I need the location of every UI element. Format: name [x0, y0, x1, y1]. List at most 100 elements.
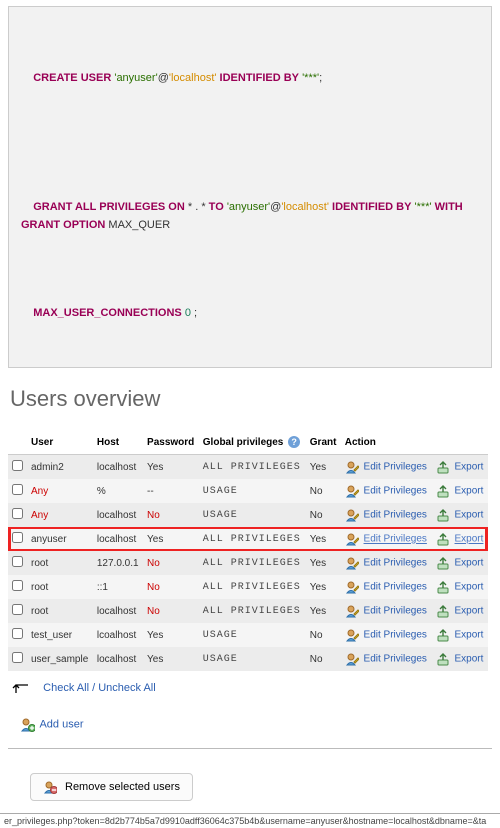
table-row: test_userlcoalhostYesUSAGENo Edit Privil…	[8, 623, 488, 647]
cell-host: localhost	[93, 455, 143, 480]
edit-privileges-link[interactable]: Edit Privileges	[364, 486, 427, 497]
user-edit-icon	[345, 604, 359, 618]
row-checkbox[interactable]	[12, 604, 23, 615]
col-password[interactable]: Password	[143, 430, 199, 455]
help-icon[interactable]: ?	[288, 436, 300, 448]
cell-grant: Yes	[306, 551, 341, 575]
cell-privileges: ALL PRIVILEGES	[199, 455, 306, 480]
row-checkbox[interactable]	[12, 532, 23, 543]
cell-user: root	[27, 599, 93, 623]
export-icon	[436, 556, 450, 570]
export-link[interactable]: Export	[455, 534, 484, 545]
table-row: root127.0.0.1NoALL PRIVILEGESYes Edit Pr…	[8, 551, 488, 575]
cell-password: No	[143, 551, 199, 575]
edit-privileges-link[interactable]: Edit Privileges	[364, 630, 427, 641]
table-row: rootlocalhostNoALL PRIVILEGESYes Edit Pr…	[8, 599, 488, 623]
edit-privileges-link[interactable]: Edit Privileges	[364, 462, 427, 473]
arrow-up-icon	[12, 681, 34, 695]
edit-privileges-link[interactable]: Edit Privileges	[364, 510, 427, 521]
export-icon	[436, 580, 450, 594]
export-link[interactable]: Export	[455, 486, 484, 497]
cell-privileges: ALL PRIVILEGES	[199, 551, 306, 575]
cell-privileges: ALL PRIVILEGES	[199, 599, 306, 623]
cell-grant: No	[306, 503, 341, 527]
cell-host: localhost	[93, 647, 143, 671]
check-all-link[interactable]: Check All / Uncheck All	[43, 682, 156, 694]
cell-host: ::1	[93, 575, 143, 599]
edit-privileges-link[interactable]: Edit Privileges	[364, 534, 427, 545]
export-link[interactable]: Export	[455, 558, 484, 569]
cell-host: 127.0.0.1	[93, 551, 143, 575]
user-remove-icon	[43, 780, 57, 794]
export-link[interactable]: Export	[455, 606, 484, 617]
user-edit-icon	[345, 508, 359, 522]
cell-password: Yes	[143, 527, 199, 551]
cell-privileges: USAGE	[199, 647, 306, 671]
export-link[interactable]: Export	[455, 630, 484, 641]
divider	[8, 748, 492, 749]
cell-user: test_user	[27, 623, 93, 647]
check-all-row: Check All / Uncheck All	[12, 681, 488, 695]
table-row: anyuserlocalhostYesALL PRIVILEGESYes Edi…	[8, 527, 488, 551]
cell-user: anyuser	[27, 527, 93, 551]
export-icon	[436, 508, 450, 522]
row-checkbox[interactable]	[12, 460, 23, 471]
cell-privileges: USAGE	[199, 623, 306, 647]
sql-preview: CREATE USER 'anyuser'@'localhost' IDENTI…	[8, 6, 492, 368]
add-user-row: Add user	[20, 717, 480, 732]
cell-host: localhost	[93, 503, 143, 527]
status-bar-url: er_privileges.php?token=8d2b774b5a7d9910…	[0, 813, 500, 828]
user-edit-icon	[345, 628, 359, 642]
row-checkbox[interactable]	[12, 652, 23, 663]
row-checkbox[interactable]	[12, 484, 23, 495]
row-checkbox[interactable]	[12, 580, 23, 591]
cell-host: localhost	[93, 599, 143, 623]
table-row: root::1NoALL PRIVILEGESYes Edit Privileg…	[8, 575, 488, 599]
edit-privileges-link[interactable]: Edit Privileges	[364, 558, 427, 569]
cell-user: root	[27, 551, 93, 575]
add-user-link[interactable]: Add user	[39, 719, 83, 731]
export-link[interactable]: Export	[455, 462, 484, 473]
user-edit-icon	[345, 652, 359, 666]
col-user[interactable]: User	[27, 430, 93, 455]
edit-privileges-link[interactable]: Edit Privileges	[364, 582, 427, 593]
cell-grant: No	[306, 623, 341, 647]
remove-users-button[interactable]: Remove selected users	[30, 773, 193, 801]
cell-password: No	[143, 503, 199, 527]
table-row: user_samplelocalhostYesUSAGENo Edit Priv…	[8, 647, 488, 671]
cell-privileges: USAGE	[199, 503, 306, 527]
cell-password: Yes	[143, 455, 199, 480]
page-title: Users overview	[10, 386, 492, 412]
col-grant[interactable]: Grant	[306, 430, 341, 455]
edit-privileges-link[interactable]: Edit Privileges	[364, 654, 427, 665]
row-checkbox[interactable]	[12, 508, 23, 519]
cell-host: localhost	[93, 527, 143, 551]
cell-grant: Yes	[306, 599, 341, 623]
row-checkbox[interactable]	[12, 628, 23, 639]
export-icon	[436, 532, 450, 546]
users-table: User Host Password Global privileges ? G…	[8, 430, 488, 671]
export-link[interactable]: Export	[455, 510, 484, 521]
user-edit-icon	[345, 460, 359, 474]
export-icon	[436, 460, 450, 474]
cell-grant: No	[306, 647, 341, 671]
export-link[interactable]: Export	[455, 654, 484, 665]
user-edit-icon	[345, 556, 359, 570]
cell-privileges: ALL PRIVILEGES	[199, 575, 306, 599]
cell-user: Any	[27, 503, 93, 527]
user-edit-icon	[345, 580, 359, 594]
col-privileges[interactable]: Global privileges ?	[199, 430, 306, 455]
export-icon	[436, 628, 450, 642]
col-action: Action	[341, 430, 488, 455]
cell-grant: Yes	[306, 455, 341, 480]
export-link[interactable]: Export	[455, 582, 484, 593]
edit-privileges-link[interactable]: Edit Privileges	[364, 606, 427, 617]
col-host[interactable]: Host	[93, 430, 143, 455]
col-check	[8, 430, 27, 455]
row-checkbox[interactable]	[12, 556, 23, 567]
cell-user: user_sample	[27, 647, 93, 671]
table-row: admin2localhostYesALL PRIVILEGESYes Edit…	[8, 455, 488, 480]
cell-password: No	[143, 575, 199, 599]
user-edit-icon	[345, 484, 359, 498]
cell-user: root	[27, 575, 93, 599]
